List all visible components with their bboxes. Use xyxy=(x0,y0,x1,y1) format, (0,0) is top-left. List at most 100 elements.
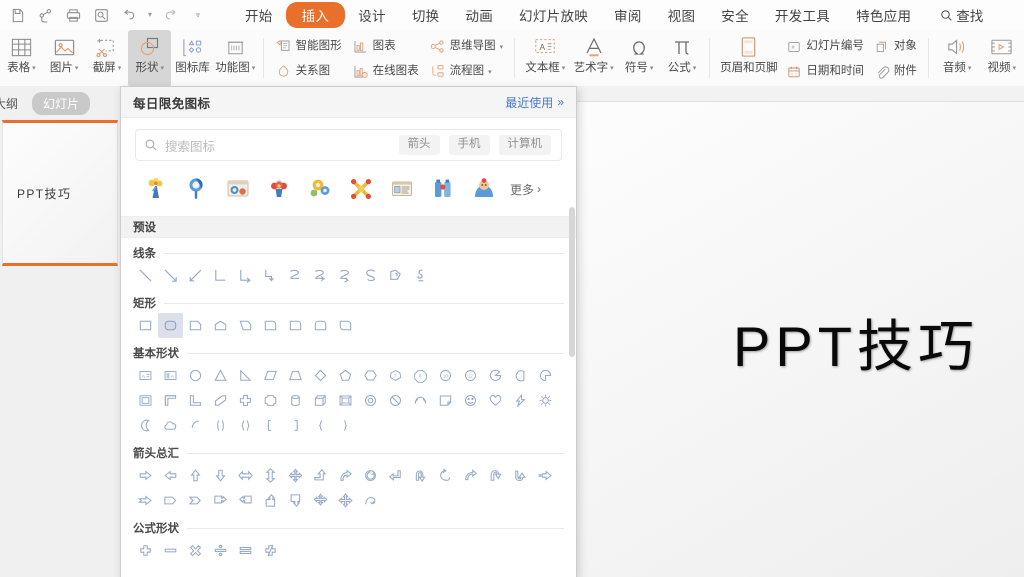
shape-division-sign[interactable] xyxy=(208,538,233,563)
save-icon[interactable] xyxy=(4,3,30,27)
shape-pentagon[interactable] xyxy=(333,363,358,388)
shape-line-double-arrow[interactable] xyxy=(183,263,208,288)
ribbon-date-time-button[interactable]: 日期和时间 xyxy=(781,59,869,84)
shape-multiply-sign[interactable] xyxy=(183,538,208,563)
shape-parallelogram[interactable] xyxy=(258,363,283,388)
shape-pie[interactable] xyxy=(483,363,508,388)
shape-right-arrow[interactable] xyxy=(133,463,158,488)
shape-right-arrow-callout[interactable] xyxy=(208,488,233,513)
shape-scribble[interactable] xyxy=(408,263,433,288)
ribbon-smart-graphic-button[interactable]: 智能图形 xyxy=(270,34,347,59)
shape-curve-arrow-2[interactable] xyxy=(333,263,358,288)
shape-up-down-arrow[interactable] xyxy=(258,463,283,488)
chevron-down-icon[interactable]: ▾ xyxy=(968,65,972,72)
shapes-scroll-region[interactable]: 线条 矩形 基本形状 A A 7 8 10 12 箭头总汇 公式形状 xyxy=(121,238,576,577)
shape-heptagon[interactable]: 7 xyxy=(383,363,408,388)
menu-tab-slideshow[interactable]: 幻灯片放映 xyxy=(506,2,601,28)
shape-left-arrow-callout[interactable] xyxy=(233,488,258,513)
chevron-down-icon[interactable]: ▾ xyxy=(650,65,654,72)
shape-text-box[interactable]: A xyxy=(133,363,158,388)
shape-arc-open[interactable] xyxy=(183,413,208,438)
daily-icons-more-link[interactable]: 更多 › xyxy=(510,181,541,198)
shape-line[interactable] xyxy=(133,263,158,288)
ribbon-function-chart-button[interactable]: 功能图 ▾ xyxy=(214,30,257,87)
daily-icon-gear-flower[interactable] xyxy=(299,172,340,206)
chevron-down-icon[interactable]: ▾ xyxy=(32,65,36,72)
customize-qat-icon[interactable]: ⩔ xyxy=(192,3,204,27)
shape-up-arrow[interactable] xyxy=(183,463,208,488)
shape-down-arrow-callout[interactable] xyxy=(283,488,308,513)
shape-elbow-connector[interactable] xyxy=(208,263,233,288)
ribbon-table-button[interactable]: 表格 ▾ xyxy=(0,30,43,87)
shape-rounded-rectangle[interactable] xyxy=(158,313,183,338)
shape-curved-down-arrow[interactable] xyxy=(508,463,533,488)
shape-frame[interactable] xyxy=(133,388,158,413)
shape-curve-s[interactable] xyxy=(358,263,383,288)
shape-donut[interactable] xyxy=(358,388,383,413)
menu-tab-animation[interactable]: 动画 xyxy=(452,2,506,28)
shape-round-brace[interactable] xyxy=(233,413,258,438)
shape-decagon[interactable]: 10 xyxy=(433,363,458,388)
menu-tab-review[interactable]: 审阅 xyxy=(601,2,655,28)
daily-icon-network-node[interactable] xyxy=(340,172,381,206)
slide-thumbnail-1[interactable]: PPT技巧 xyxy=(2,120,118,266)
shape-freeform[interactable] xyxy=(383,263,408,288)
menu-tab-featured-apps[interactable]: 特色应用 xyxy=(843,2,924,28)
shape-trapezoid[interactable] xyxy=(283,363,308,388)
shape-equal-sign[interactable] xyxy=(233,538,258,563)
menu-tab-view[interactable]: 视图 xyxy=(655,2,709,28)
shape-snip-diagonal-corner[interactable] xyxy=(233,313,258,338)
ribbon-header-footer-button[interactable]: 页眉和页脚 xyxy=(716,30,781,87)
shape-chord[interactable] xyxy=(508,363,533,388)
ribbon-chart-button[interactable]: 图表 xyxy=(347,34,424,59)
slide-title-text[interactable]: PPT技巧 xyxy=(733,302,979,383)
shape-cloud[interactable] xyxy=(158,413,183,438)
shape-arc[interactable] xyxy=(408,388,433,413)
sidebar-tab-outline[interactable]: 大纲 xyxy=(0,92,26,115)
shape-bent-up-arrow[interactable] xyxy=(308,463,333,488)
shape-minus-sign[interactable] xyxy=(158,538,183,563)
daily-icon-magnifier-blue[interactable] xyxy=(176,172,217,206)
ribbon-wordart-button[interactable]: 艺术字 ▾ xyxy=(569,30,617,87)
shape-square-bracket-right[interactable] xyxy=(283,413,308,438)
sidebar-tab-slides[interactable]: 幻灯片 xyxy=(32,91,91,115)
shape-cube[interactable] xyxy=(308,388,333,413)
daily-icon-person-head[interactable] xyxy=(463,172,504,206)
shape-regular-pentagon-block[interactable] xyxy=(258,388,283,413)
chevron-down-icon[interactable]: ▾ xyxy=(500,43,504,51)
search-tag-arrow[interactable]: 箭头 xyxy=(398,135,440,155)
ribbon-mindmap-button[interactable]: 思维导图 ▾ xyxy=(424,34,509,59)
shape-oval[interactable] xyxy=(183,363,208,388)
shape-up-arrow-callout[interactable] xyxy=(258,488,283,513)
shape-vertical-text-box[interactable]: A xyxy=(158,363,183,388)
shape-bent-arrow[interactable] xyxy=(383,463,408,488)
shape-curve-connector[interactable] xyxy=(283,263,308,288)
shape-plus-sign[interactable] xyxy=(133,538,158,563)
daily-icon-red-flower[interactable] xyxy=(258,172,299,206)
daily-icon-flower-bouquet[interactable] xyxy=(135,172,176,206)
shape-not-equal-sign[interactable] xyxy=(258,538,283,563)
shape-snip-single-corner[interactable] xyxy=(183,313,208,338)
ribbon-audio-button[interactable]: 音频 ▾ xyxy=(935,30,980,87)
shape-moon[interactable] xyxy=(133,413,158,438)
ribbon-textbox-button[interactable]: A 文本框 ▾ xyxy=(521,30,569,87)
menu-tab-start[interactable]: 开始 xyxy=(232,2,286,28)
shape-teardrop[interactable] xyxy=(533,363,558,388)
recent-used-link[interactable]: 最近使用 » xyxy=(505,94,564,111)
chevron-down-icon[interactable]: ▾ xyxy=(562,65,566,72)
shape-curly-brace-left[interactable] xyxy=(308,413,333,438)
undo-icon[interactable] xyxy=(116,3,142,27)
chevron-down-icon[interactable]: ▾ xyxy=(693,65,697,72)
shape-dodecagon[interactable]: 12 xyxy=(458,363,483,388)
shape-round-single-corner-top[interactable] xyxy=(208,313,233,338)
ribbon-screenshot-button[interactable]: 截屏 ▾ xyxy=(86,30,129,87)
shape-circular-arrow[interactable] xyxy=(358,463,383,488)
shape-u-turn-arrow[interactable] xyxy=(408,463,433,488)
icon-search-box[interactable]: 搜索图标 箭头 手机 计算机 xyxy=(135,129,562,161)
shape-l-shape[interactable] xyxy=(183,388,208,413)
shape-pentagon-arrow[interactable] xyxy=(158,488,183,513)
shape-snip-round-single-corner[interactable] xyxy=(258,313,283,338)
shape-striped-right-arrow[interactable] xyxy=(533,463,558,488)
shape-chevron-arrow[interactable] xyxy=(183,488,208,513)
shape-rectangle[interactable] xyxy=(133,313,158,338)
